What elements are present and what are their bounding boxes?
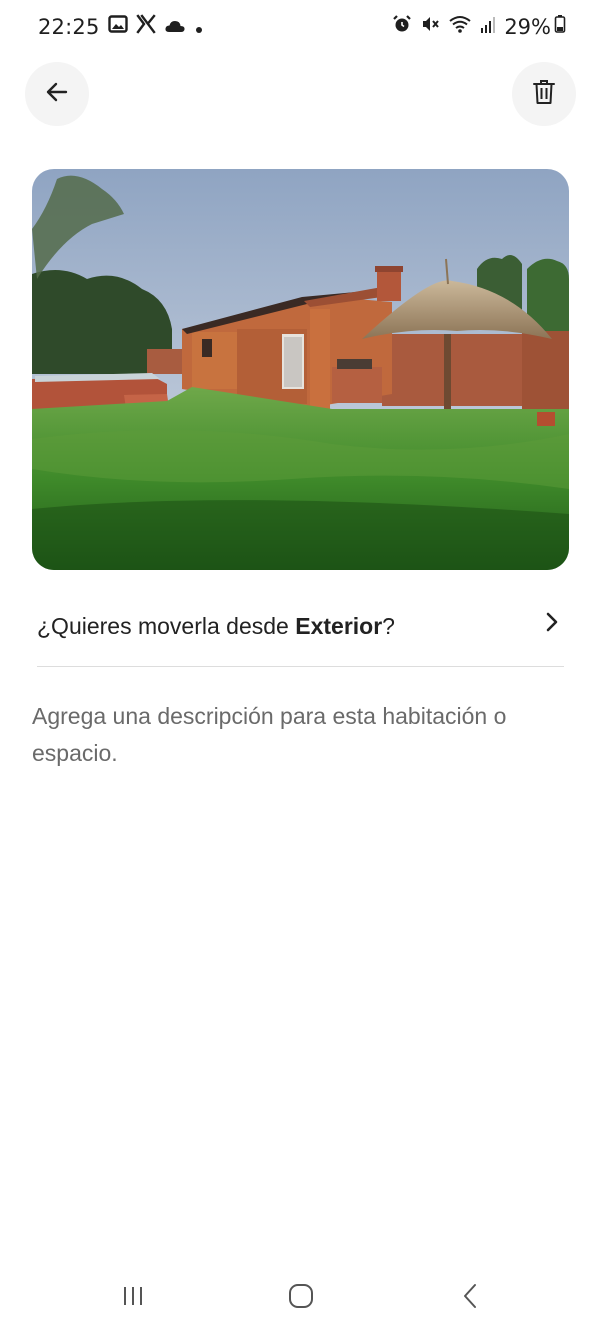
battery-percent: 29% [504,14,551,39]
divider [37,666,564,667]
signal-icon [480,15,496,39]
back-icon [460,1282,480,1315]
arrow-left-icon [44,79,70,110]
battery-icon [554,14,566,39]
move-room-text: ¿Quieres moverla desde Exterior? [37,613,564,640]
cloud-icon [164,15,186,39]
house-exterior-photo[interactable] [32,169,569,570]
back-button[interactable] [25,62,89,126]
delete-button[interactable] [512,62,576,126]
home-icon [287,1282,315,1315]
move-room-row[interactable]: ¿Quieres moverla desde Exterior? [37,596,564,656]
navigation-bar [0,1268,600,1328]
mute-icon [420,14,440,39]
x-icon [135,14,156,39]
trash-icon [532,79,556,110]
status-left: 22:25 [38,14,204,39]
nav-back-button[interactable] [450,1280,490,1316]
status-bar: 22:25 29% [0,0,600,54]
wifi-icon [448,14,472,39]
status-time: 22:25 [38,14,100,39]
home-button[interactable] [281,1280,321,1316]
dot-icon [194,15,204,39]
status-right: 29% [384,14,566,39]
recent-apps-icon [120,1284,146,1313]
chevron-right-icon [542,610,562,639]
move-room-prefix: ¿Quieres moverla desde [37,612,296,639]
screen: 22:25 29% ¿Quieres moverla desde Exterio… [0,0,600,1333]
recent-apps-button[interactable] [113,1280,153,1316]
move-room-suffix: ? [382,612,395,639]
gallery-icon [107,14,128,39]
description-placeholder[interactable]: Agrega una descripción para esta habitac… [32,698,577,772]
move-room-name: Exterior [295,612,383,639]
alarm-icon [392,14,412,39]
